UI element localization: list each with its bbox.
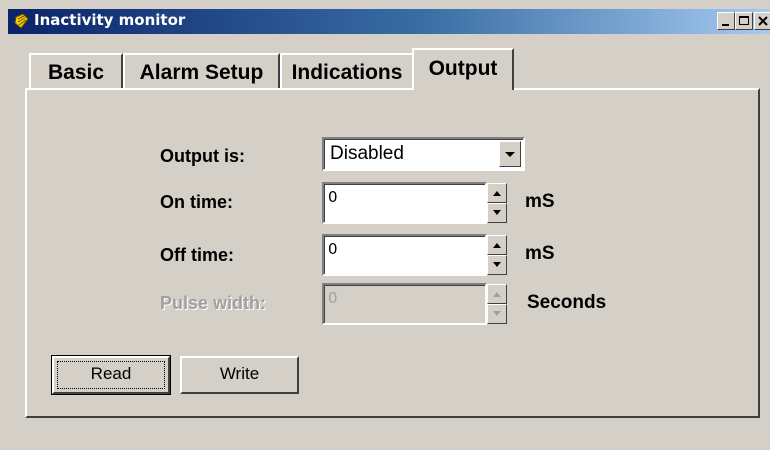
arrow-up-icon [493, 292, 501, 297]
on-time-value: 0 [328, 188, 338, 206]
on-time-input[interactable]: 0 [322, 182, 487, 224]
on-time-spinner[interactable] [487, 183, 507, 223]
on-time-label: On time: [160, 192, 234, 212]
spin-up-button[interactable] [487, 284, 507, 304]
dropdown-button[interactable] [499, 141, 521, 167]
arrow-down-icon [493, 210, 501, 215]
pulse-width-input[interactable]: 0 [322, 283, 487, 325]
arrow-down-icon [493, 311, 501, 316]
tab-label: Alarm Setup [139, 61, 264, 84]
app-icon[interactable] [14, 13, 30, 29]
off-time-unit: mS [525, 243, 555, 264]
window-title: Inactivity monitor [34, 11, 186, 29]
maximize-icon [739, 16, 749, 25]
tab-label: Output [428, 57, 498, 80]
pulse-width-value: 0 [328, 289, 338, 307]
off-time-spinner[interactable] [487, 235, 507, 275]
pulse-width-spinner[interactable] [487, 284, 507, 324]
close-button[interactable] [754, 12, 770, 30]
on-time-unit: mS [525, 191, 555, 212]
output-is-select[interactable]: Disabled [322, 137, 525, 171]
tab-alarm-setup[interactable]: Alarm Setup [123, 53, 280, 89]
title-bar[interactable]: Inactivity monitor [8, 9, 770, 34]
maximize-button[interactable] [735, 12, 753, 30]
tab-indications[interactable]: Indications [280, 53, 414, 89]
tab-label: Basic [47, 61, 105, 84]
spin-down-button[interactable] [487, 255, 507, 275]
read-button[interactable]: Read [51, 355, 171, 395]
arrow-down-icon [493, 262, 501, 267]
write-button-label: Write [219, 364, 260, 383]
tab-output[interactable]: Output [412, 48, 514, 90]
output-is-label: Output is: [160, 146, 245, 166]
arrow-up-icon [493, 243, 501, 248]
spin-up-button[interactable] [487, 235, 507, 255]
tab-basic[interactable]: Basic [29, 53, 123, 89]
off-time-input[interactable]: 0 [322, 234, 487, 276]
arrow-up-icon [493, 191, 501, 196]
off-time-label: Off time: [160, 245, 234, 265]
pulse-width-unit: Seconds [527, 292, 607, 313]
off-time-value: 0 [328, 240, 338, 258]
chevron-down-icon [505, 152, 515, 157]
spin-down-button[interactable] [487, 304, 507, 324]
write-button[interactable]: Write [180, 356, 299, 394]
read-button-label: Read [90, 364, 132, 383]
inactivity-monitor-window: Inactivity monitor Basic Alarm Setup Ind… [0, 0, 770, 450]
tab-label: Indications [291, 61, 403, 84]
close-icon [758, 16, 768, 26]
spin-down-button[interactable] [487, 203, 507, 223]
pulse-width-label: Pulse width: [160, 293, 267, 313]
spin-up-button[interactable] [487, 183, 507, 203]
minimize-button[interactable] [717, 12, 735, 30]
minimize-icon [722, 24, 729, 26]
output-is-value: Disabled [330, 143, 404, 164]
